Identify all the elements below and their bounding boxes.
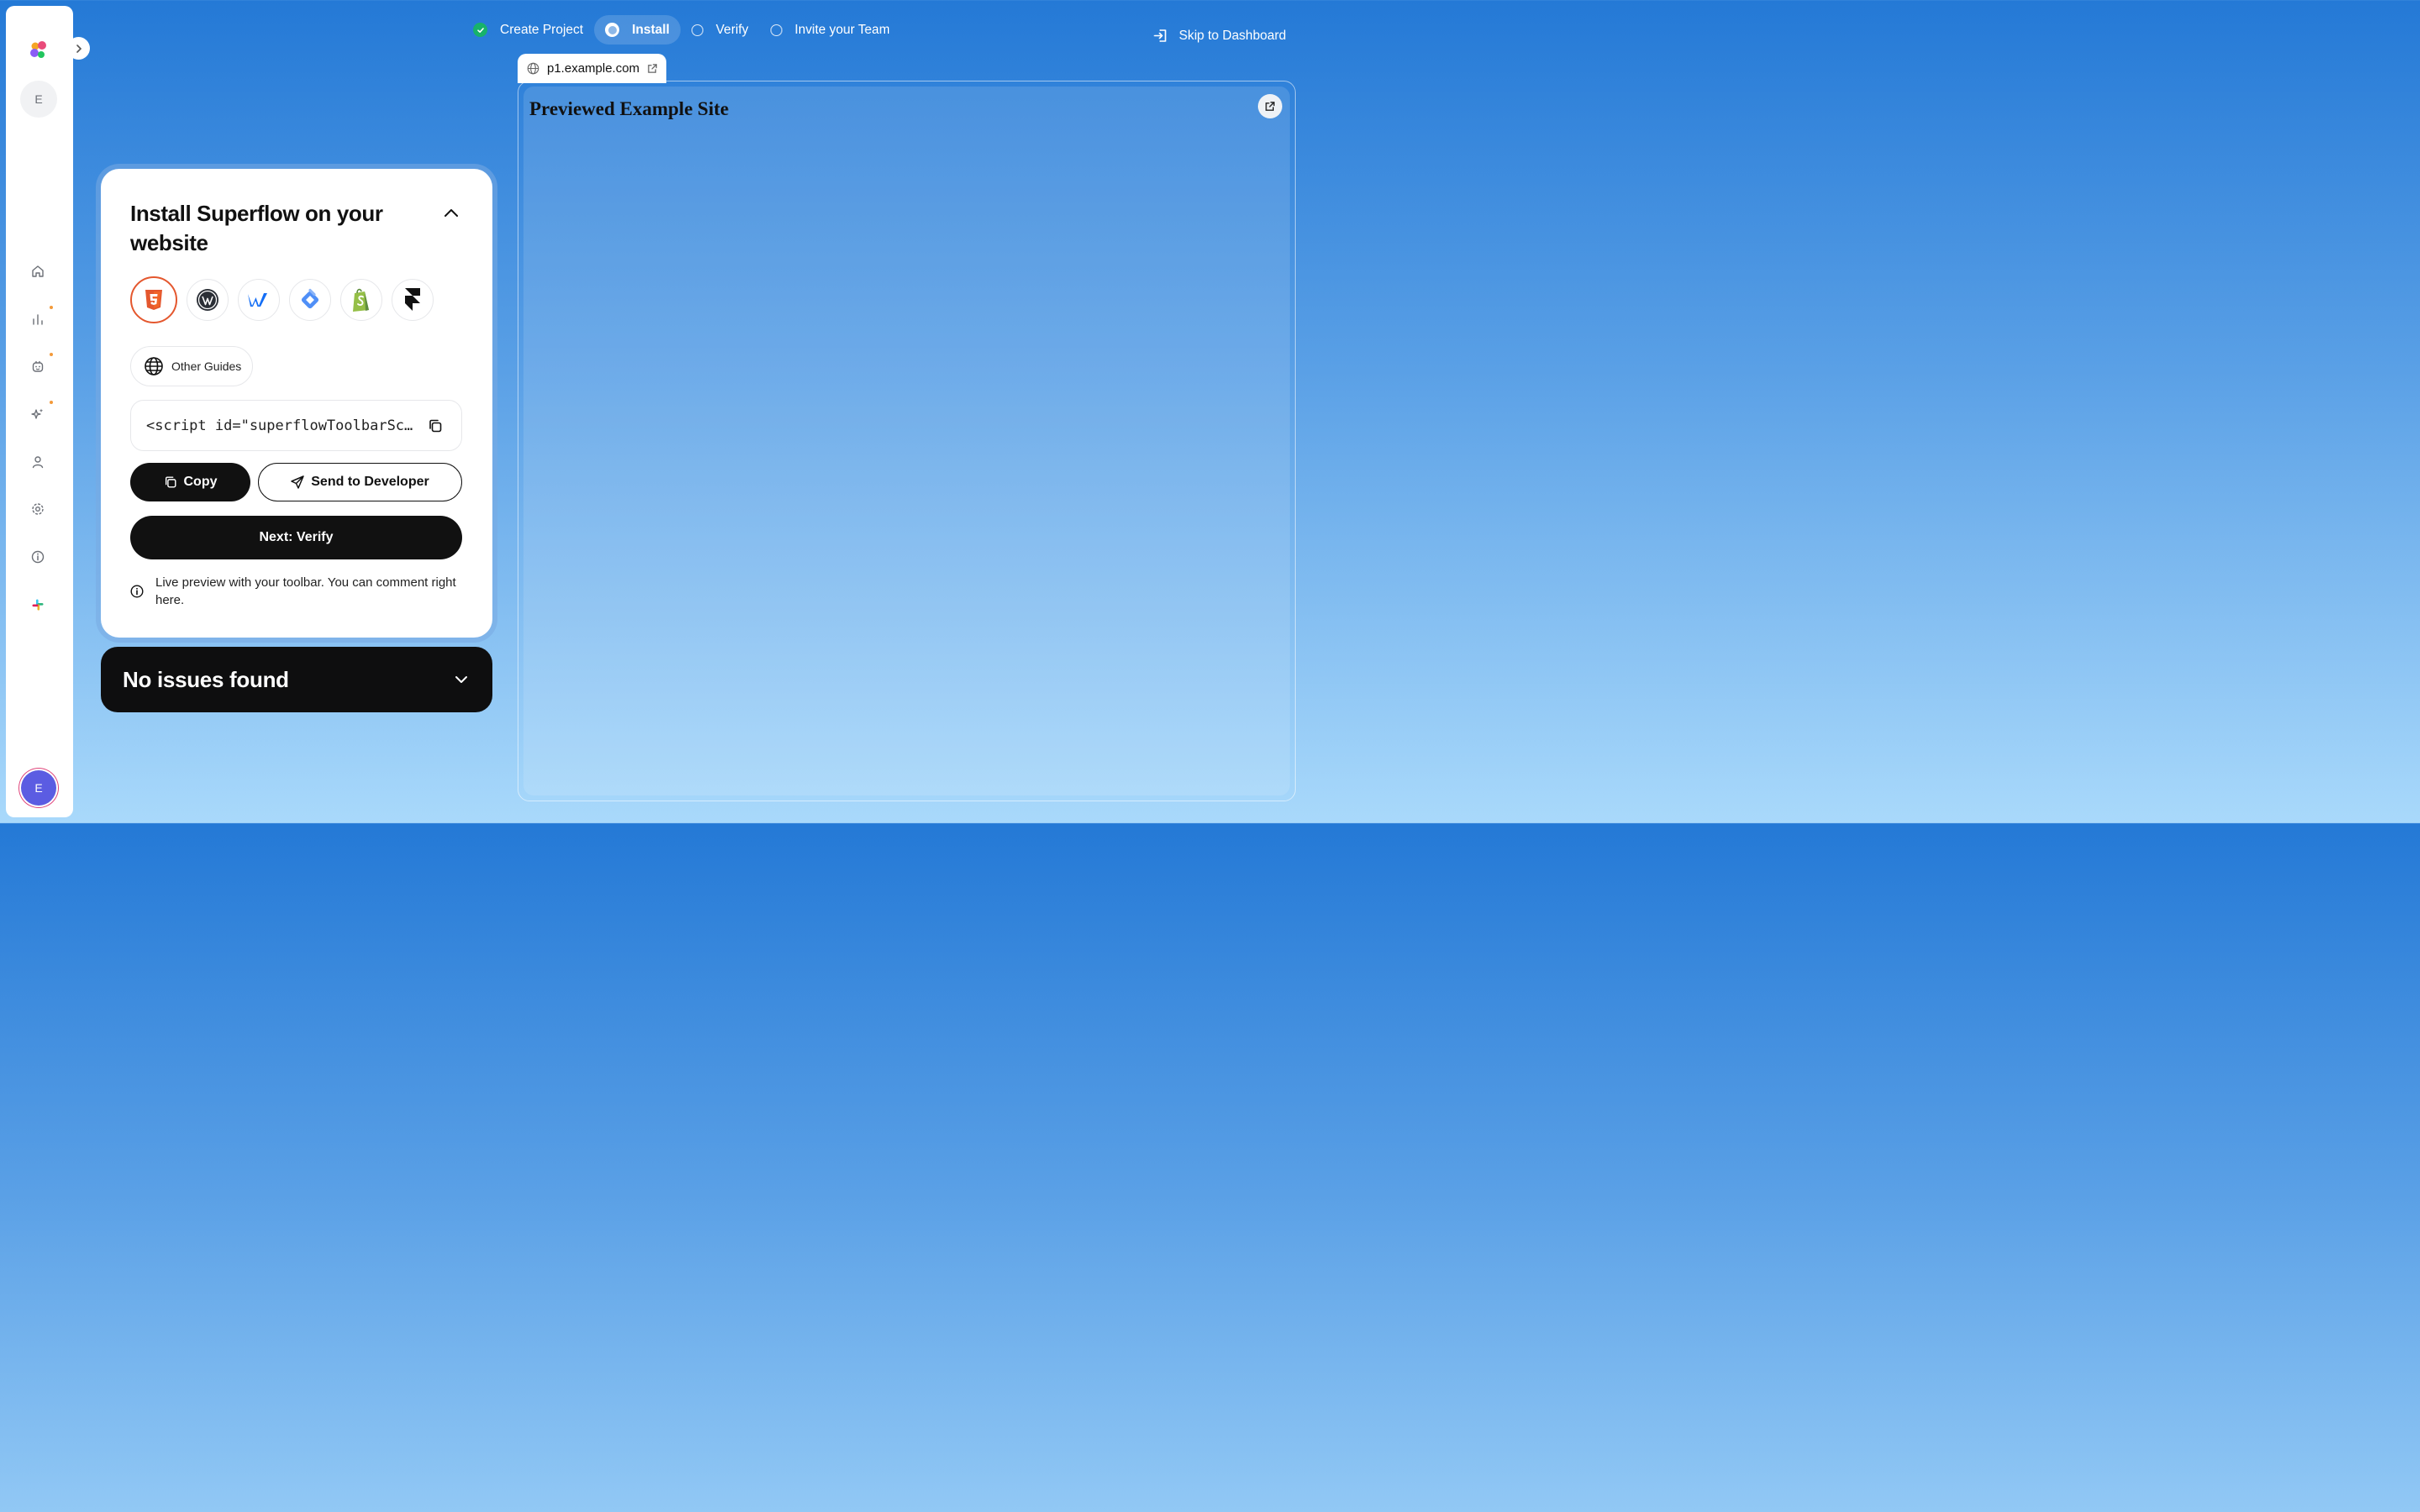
sidebar: E E <box>6 6 90 817</box>
external-link-icon <box>1265 102 1275 111</box>
next-verify-button[interactable]: Next: Verify <box>130 516 462 559</box>
platform-google-tag-manager[interactable] <box>289 279 331 321</box>
send-to-developer-button[interactable]: Send to Developer <box>258 463 462 501</box>
step-label: Invite your Team <box>794 22 891 37</box>
sidebar-expand-button[interactable] <box>67 37 90 60</box>
send-button-label: Send to Developer <box>311 475 429 489</box>
platform-shopify[interactable] <box>340 279 382 321</box>
superflow-logo[interactable] <box>28 38 51 61</box>
info-note: Live preview with your toolbar. You can … <box>130 574 466 609</box>
issues-title: No issues found <box>123 666 289 692</box>
sparkles-icon <box>31 408 44 419</box>
preview-url: p1.example.com <box>547 61 640 76</box>
info-icon <box>130 585 144 598</box>
framer-icon <box>405 288 420 311</box>
sidebar-item-bot[interactable] <box>29 353 53 375</box>
bot-icon <box>32 361 44 372</box>
other-guides-button[interactable]: Other Guides <box>130 346 254 386</box>
skip-label: Skip to Dashboard <box>1179 28 1286 43</box>
user-avatar[interactable]: E <box>21 770 56 806</box>
sidebar-item-info[interactable] <box>29 548 47 566</box>
chevron-down-icon[interactable] <box>452 670 471 689</box>
copy-button[interactable]: Copy <box>130 463 250 501</box>
radio-selected-icon <box>605 23 620 37</box>
google-tag-manager-icon <box>301 288 319 309</box>
code-snippet: <script id="superflowToolbarScript" <box>146 417 413 434</box>
send-icon <box>291 475 304 489</box>
platform-webflow[interactable] <box>238 279 280 321</box>
globe-icon <box>527 62 539 75</box>
issues-panel[interactable]: No issues found <box>101 647 492 712</box>
user-icon <box>32 456 44 469</box>
sidebar-item-users[interactable] <box>29 453 47 471</box>
skip-to-dashboard-link[interactable]: Skip to Dashboard <box>1153 28 1286 44</box>
chevron-up-icon[interactable] <box>441 203 461 223</box>
other-guides-label: Other Guides <box>171 360 242 373</box>
copy-button-label: Copy <box>183 475 218 489</box>
workspace-avatar[interactable]: E <box>20 81 57 118</box>
step-invite-team[interactable]: Invite your Team <box>760 15 901 45</box>
chevron-right-icon <box>76 44 82 53</box>
check-circle-icon <box>473 23 487 37</box>
step-install[interactable]: Install <box>594 15 681 45</box>
radio-empty-icon <box>770 24 782 36</box>
copy-icon <box>165 476 176 488</box>
html5-icon <box>145 290 162 310</box>
open-preview-button[interactable] <box>1258 94 1282 118</box>
home-icon <box>32 265 44 277</box>
notification-dot <box>50 353 53 356</box>
preview-url-tab[interactable]: p1.example.com <box>518 54 666 83</box>
analytics-icon <box>33 314 43 325</box>
settings-icon <box>32 503 44 515</box>
step-label: Verify <box>715 22 749 37</box>
wordpress-icon <box>197 289 218 311</box>
preview-site-title: Previewed Example Site <box>529 98 729 119</box>
platform-framer[interactable] <box>392 279 434 321</box>
install-card-title: Install Superflow on your website <box>130 201 383 255</box>
code-snippet-box[interactable]: <script id="superflowToolbarScript" <box>130 400 462 451</box>
sidebar-item-slack[interactable] <box>29 596 47 614</box>
external-link-icon[interactable] <box>647 63 658 74</box>
radio-empty-icon <box>691 24 703 36</box>
step-label: Create Project <box>500 22 584 37</box>
notification-dot <box>50 401 53 404</box>
sidebar-item-analytics[interactable] <box>29 306 53 328</box>
platform-html5[interactable] <box>130 276 177 323</box>
shopify-icon <box>353 288 369 312</box>
sidebar-item-ai[interactable] <box>29 401 53 423</box>
preview-viewport[interactable] <box>523 87 1290 795</box>
info-icon <box>31 550 45 564</box>
step-verify[interactable]: Verify <box>681 15 760 45</box>
slack-icon <box>32 599 44 611</box>
next-button-label: Next: Verify <box>259 530 334 544</box>
sidebar-item-settings[interactable] <box>29 500 47 518</box>
onboarding-stepper: Create Project Install Verify Invite you… <box>462 15 901 45</box>
globe-icon <box>145 357 163 375</box>
install-card: Install Superflow on your website Other … <box>101 169 492 638</box>
sidebar-item-home[interactable] <box>29 262 47 281</box>
platform-selector <box>130 276 434 323</box>
info-note-text: Live preview with your toolbar. You can … <box>155 575 456 607</box>
sign-in-icon <box>1154 29 1166 42</box>
webflow-icon <box>248 293 267 307</box>
step-label: Install <box>632 22 670 37</box>
notification-dot <box>50 306 53 309</box>
platform-wordpress[interactable] <box>187 279 229 321</box>
step-create-project[interactable]: Create Project <box>462 15 594 45</box>
copy-icon[interactable] <box>428 418 443 433</box>
